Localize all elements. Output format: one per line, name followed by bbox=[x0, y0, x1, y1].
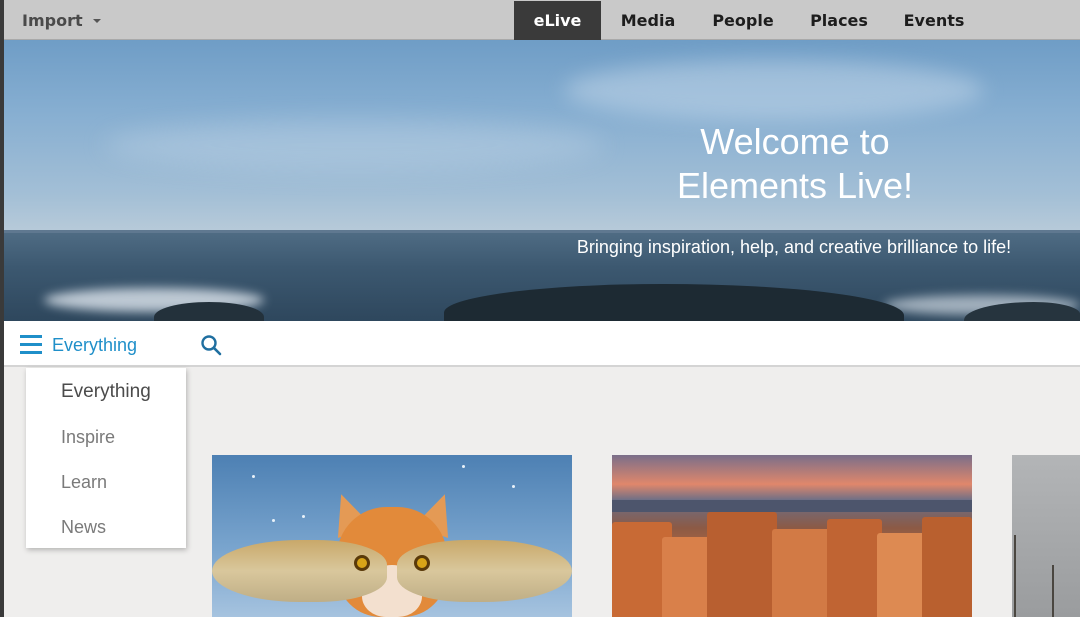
tab-events[interactable]: Events bbox=[887, 1, 981, 40]
cloud bbox=[104, 120, 604, 170]
hero-banner: Welcome to Elements Live! Bringing inspi… bbox=[4, 40, 1080, 321]
tab-people[interactable]: People bbox=[695, 1, 791, 40]
elements-organizer-window: Import eLive Media People Places Events … bbox=[0, 0, 1080, 617]
dropdown-item-inspire[interactable]: Inspire bbox=[61, 427, 115, 448]
tree bbox=[1052, 565, 1054, 617]
horizon bbox=[4, 230, 1080, 233]
canyon-ridge bbox=[612, 500, 972, 512]
chevron-down-icon bbox=[92, 18, 101, 23]
hero-subtitle: Bringing inspiration, help, and creative… bbox=[576, 237, 1012, 257]
category-dropdown: Everything Inspire Learn News bbox=[26, 368, 186, 548]
dropdown-item-news[interactable]: News bbox=[61, 517, 106, 538]
top-bar: Import eLive Media People Places Events bbox=[0, 0, 1080, 40]
hero-title: Welcome to Elements Live! bbox=[644, 120, 946, 208]
tab-media[interactable]: Media bbox=[601, 1, 695, 40]
tree bbox=[1014, 535, 1016, 617]
import-button[interactable]: Import bbox=[22, 10, 101, 30]
filter-bar: Everything bbox=[4, 321, 1080, 367]
dropdown-item-learn[interactable]: Learn bbox=[61, 472, 107, 493]
dropdown-item-everything[interactable]: Everything bbox=[61, 381, 151, 403]
content-card-partial[interactable] bbox=[1012, 455, 1080, 617]
fish bbox=[212, 540, 387, 602]
window-border bbox=[0, 0, 4, 617]
hero-title-line-1: Welcome to bbox=[700, 121, 890, 162]
tab-places[interactable]: Places bbox=[791, 1, 887, 40]
fish-eye bbox=[414, 555, 430, 571]
view-tabs: eLive Media People Places Events bbox=[514, 1, 981, 40]
import-label: Import bbox=[22, 10, 83, 30]
fish-eye bbox=[354, 555, 370, 571]
hero-title-line-2: Elements Live! bbox=[676, 165, 914, 206]
content-card-cat-fish[interactable] bbox=[212, 455, 572, 617]
tab-elive[interactable]: eLive bbox=[514, 1, 601, 40]
category-filter-label[interactable]: Everything bbox=[52, 335, 137, 356]
cloud bbox=[564, 60, 984, 120]
fish bbox=[397, 540, 572, 602]
search-icon[interactable] bbox=[200, 334, 222, 356]
hamburger-menu-icon[interactable] bbox=[20, 335, 42, 355]
content-card-canyon[interactable] bbox=[612, 455, 972, 617]
